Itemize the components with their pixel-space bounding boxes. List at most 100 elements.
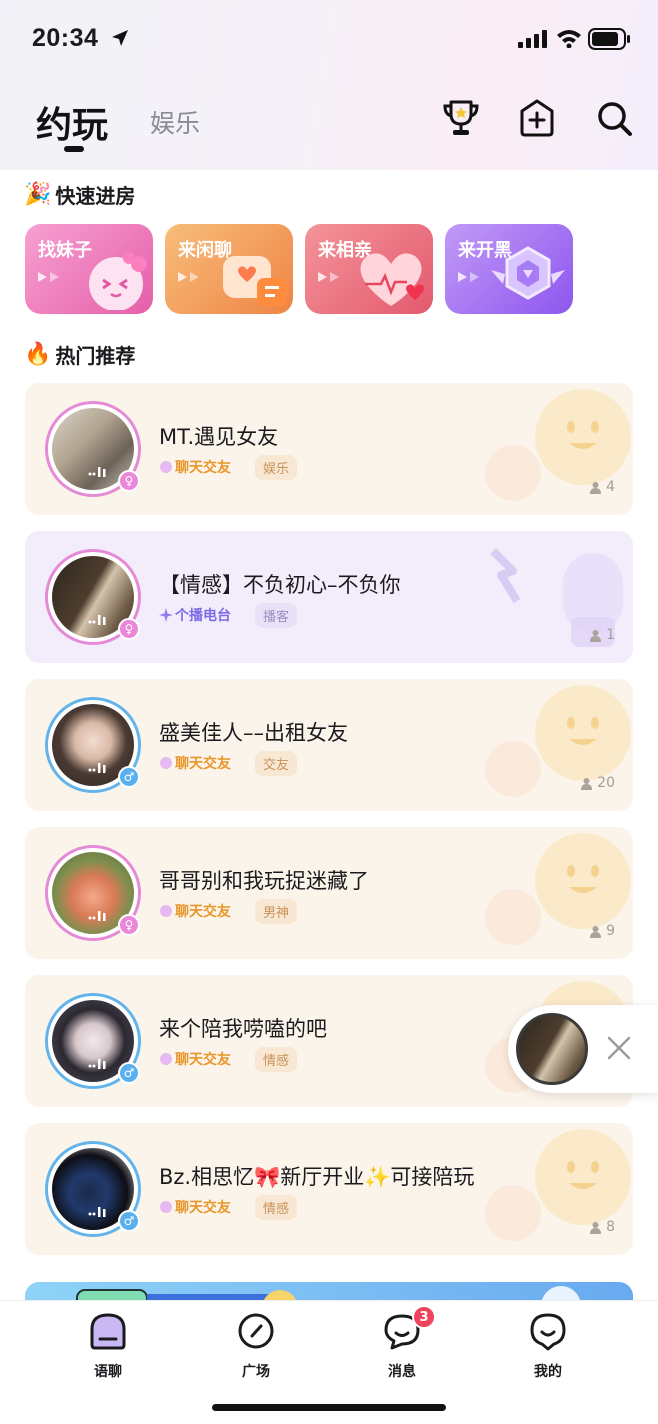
bubble-icon [160, 461, 172, 473]
male-icon: ♂ [118, 766, 140, 788]
bubble-icon [160, 905, 172, 917]
avatar-ring: ♀ [45, 549, 141, 645]
live-audio-icon [88, 465, 108, 480]
hot-section-label: 热门推荐 [55, 344, 136, 368]
room-type-tag: 聊天交友 [159, 1197, 231, 1217]
bubble-icon [160, 1201, 172, 1213]
quick-card-gaming[interactable]: 来开黑 [445, 224, 573, 314]
status-time: 20:34 [32, 24, 99, 52]
heart-icon [355, 244, 431, 314]
unread-badge: 3 [412, 1305, 436, 1329]
female-icon: ♀ [118, 470, 140, 492]
room-category-tag: 交友 [255, 751, 298, 776]
person-icon [590, 481, 602, 494]
room-member-count: 8 [589, 1219, 615, 1235]
room-title: Bz.相思忆🎀新厅开业✨可接陪玩 [159, 1165, 475, 1189]
chat-room-icon [68, 1311, 148, 1355]
live-audio-icon [88, 1057, 108, 1072]
location-arrow-icon [110, 28, 130, 52]
live-audio-icon [88, 909, 108, 924]
room-card[interactable]: ♂ Bz.相思忆🎀新厅开业✨可接陪玩 聊天交友 情感 8 [25, 1123, 633, 1255]
avatar-ring: ♀ [45, 845, 141, 941]
compass-icon [216, 1311, 296, 1355]
avatar-ring: ♂ [45, 1141, 141, 1237]
room-type-tag: 聊天交友 [159, 457, 231, 477]
tab-messages[interactable]: 3 消息 [362, 1305, 442, 1381]
avatar-ring: ♂ [45, 993, 141, 1089]
person-icon [590, 629, 602, 642]
bubble-icon [160, 1053, 172, 1065]
battery-icon [588, 28, 632, 54]
room-category-tag: 情感 [255, 1047, 298, 1072]
avatar-ring: ♂ [45, 697, 141, 793]
smiley-decoration-icon [453, 827, 633, 959]
live-audio-icon [88, 613, 108, 628]
mic-decoration-icon [453, 531, 633, 663]
room-card[interactable]: ♂ 盛美佳人––出租女友 聊天交友 交友 20 [25, 679, 633, 811]
status-bar: 20:34 [0, 0, 658, 80]
room-title: 盛美佳人––出租女友 [159, 721, 348, 745]
person-icon [590, 925, 602, 938]
room-member-count: 9 [589, 923, 615, 939]
room-category-tag: 播客 [255, 603, 298, 628]
female-icon: ♀ [118, 618, 140, 640]
chat-bubble-icon [215, 244, 291, 314]
tab-voice-chat[interactable]: 语聊 [68, 1311, 148, 1381]
room-title: 哥哥别和我玩捉迷藏了 [159, 869, 369, 893]
tab-yuewan[interactable]: 约玩 [36, 96, 108, 148]
quick-card-chat[interactable]: 来闲聊 [165, 224, 293, 314]
room-member-count: 1 [589, 627, 615, 643]
room-type-tag: 聊天交友 [159, 901, 231, 921]
room-card[interactable]: ♀ 【情感】不负初心–不负你 个播电台 播客 1 [25, 531, 633, 663]
tab-indicator [64, 146, 84, 152]
play-icon [178, 268, 204, 287]
hot-section-title: 🔥 热门推荐 [24, 340, 135, 369]
avatar-ring: ♀ [45, 401, 141, 497]
live-audio-icon [88, 761, 108, 776]
room-category-tag: 娱乐 [255, 455, 298, 480]
person-icon [581, 777, 593, 790]
play-icon [458, 268, 484, 287]
cute-ball-icon [81, 244, 151, 314]
room-category-tag: 情感 [255, 1195, 298, 1220]
female-icon: ♀ [118, 914, 140, 936]
floating-room-player[interactable] [508, 1005, 658, 1093]
room-member-count: 4 [589, 479, 615, 495]
male-icon: ♂ [118, 1210, 140, 1232]
tab-yule[interactable]: 娱乐 [150, 104, 200, 140]
tab-square[interactable]: 广场 [216, 1311, 296, 1381]
room-type-tag: 聊天交友 [159, 1049, 231, 1069]
room-type-tag: 个播电台 [159, 605, 231, 625]
room-title: 【情感】不负初心–不负你 [159, 573, 401, 597]
create-room-icon[interactable] [518, 98, 556, 142]
close-icon[interactable] [606, 1035, 632, 1065]
quick-entry-title: 🎉 快速进房 [24, 180, 135, 209]
sparkle-icon [159, 608, 173, 622]
floating-room-avatar[interactable] [516, 1013, 588, 1085]
play-icon [38, 268, 64, 287]
room-card[interactable]: ♀ 哥哥别和我玩捉迷藏了 聊天交友 男神 9 [25, 827, 633, 959]
room-title: MT.遇见女友 [159, 425, 279, 449]
room-member-count: 20 [580, 775, 615, 791]
tab-profile[interactable]: 我的 [508, 1311, 588, 1381]
male-icon: ♂ [118, 1062, 140, 1084]
room-category-tag: 男神 [255, 899, 298, 924]
play-icon [318, 268, 344, 287]
quick-card-date[interactable]: 来相亲 [305, 224, 433, 314]
party-popper-icon: 🎉 [24, 182, 52, 207]
fire-icon: 🔥 [24, 342, 52, 367]
cellular-signal-icon [518, 30, 548, 52]
wifi-icon [556, 28, 582, 52]
rank-badge-icon [485, 240, 571, 314]
bubble-icon [160, 757, 172, 769]
smiley-decoration-icon [453, 383, 633, 515]
room-type-tag: 聊天交友 [159, 753, 231, 773]
quick-card-find-girl[interactable]: 找妹子 [25, 224, 153, 314]
trophy-icon[interactable] [442, 98, 480, 142]
quick-entry-label: 快速进房 [55, 184, 136, 208]
home-indicator [212, 1404, 446, 1411]
top-header: 约玩 娱乐 [0, 90, 658, 160]
room-card[interactable]: ♀ MT.遇见女友 聊天交友 娱乐 4 [25, 383, 633, 515]
search-icon[interactable] [596, 100, 634, 142]
smiley-decoration-icon [453, 679, 633, 811]
